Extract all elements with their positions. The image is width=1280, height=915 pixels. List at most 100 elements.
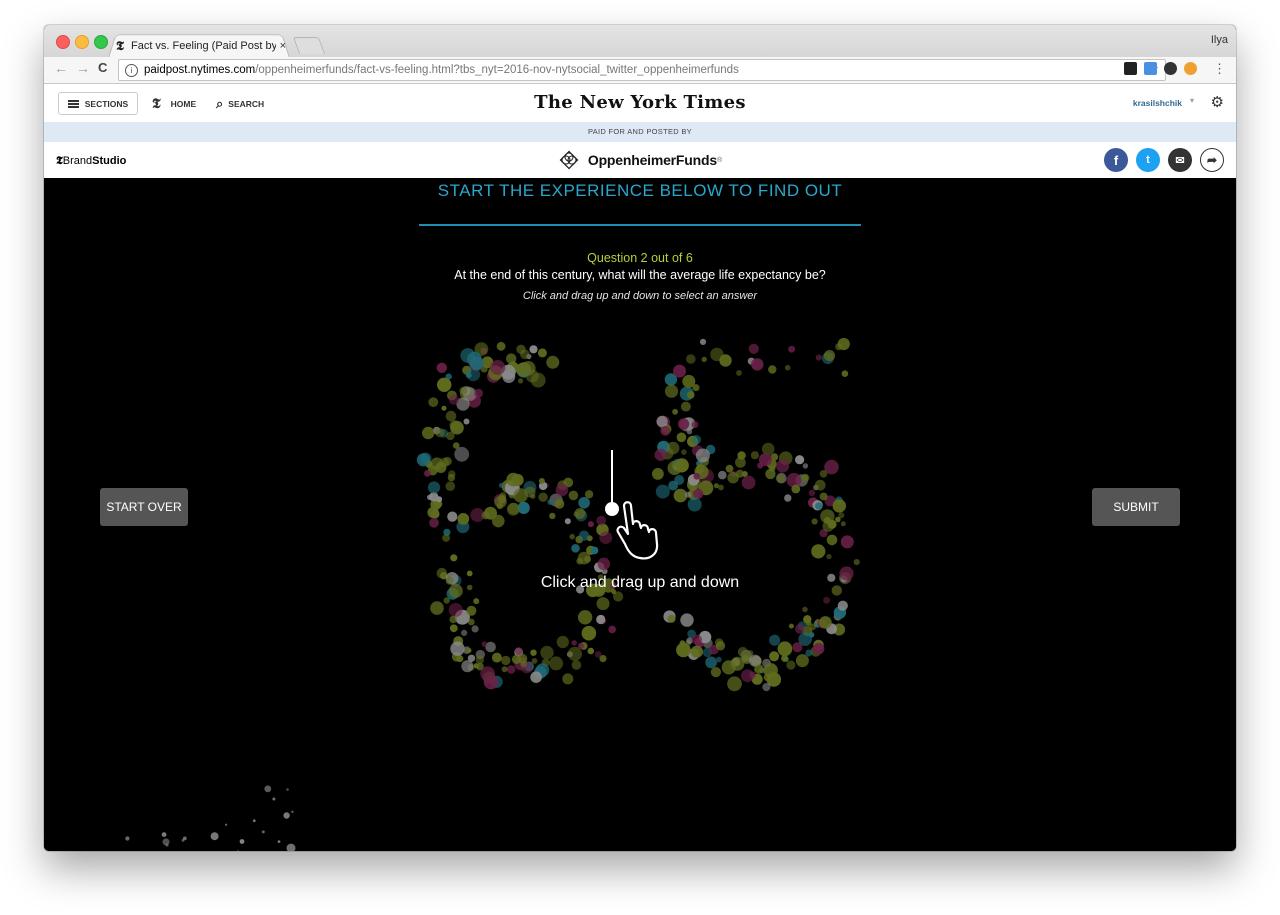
particle-dot — [498, 482, 504, 488]
particle-dot — [801, 473, 810, 483]
browser-menu-icon[interactable]: ⋮ — [1213, 61, 1226, 77]
particle-dot — [811, 518, 818, 525]
particle-dot — [471, 625, 479, 633]
particle-dot — [686, 637, 693, 644]
particle-dot — [654, 448, 667, 461]
particle-dot — [465, 372, 472, 379]
particle-dot — [529, 345, 538, 354]
particle-dot — [291, 810, 294, 813]
drag-instruction: Click and drag up and down — [540, 574, 740, 591]
particle-dot — [802, 606, 808, 613]
particle-dot — [826, 553, 832, 560]
particle-dot — [461, 629, 468, 636]
particle-dot — [450, 554, 458, 562]
particle-dot — [272, 797, 276, 801]
particle-dot — [571, 544, 580, 553]
new-tab-button[interactable] — [292, 37, 326, 54]
particle-dot — [578, 530, 590, 541]
particle-dot — [483, 675, 499, 690]
particle-dot — [463, 418, 470, 425]
particle-dot — [719, 354, 732, 367]
particle-dot — [681, 449, 687, 455]
maximize-window-button[interactable] — [94, 35, 108, 49]
particle-dot — [568, 490, 579, 501]
chevron-down-icon[interactable]: ▾ — [1190, 96, 1194, 105]
particle-dot — [448, 603, 463, 617]
particle-dot — [439, 457, 450, 468]
particle-dot — [283, 812, 290, 819]
particle-dot — [668, 480, 678, 491]
nyt-logo[interactable]: The New York Times — [44, 92, 1236, 113]
particle-dot — [466, 647, 472, 654]
submit-button[interactable]: SUBMIT — [1092, 488, 1180, 526]
particle-dot — [735, 469, 745, 478]
back-arrow-icon[interactable]: ← — [54, 60, 68, 76]
close-window-button[interactable] — [56, 35, 70, 49]
particle-dot — [427, 506, 439, 519]
particle-dot — [456, 655, 464, 663]
start-over-button[interactable]: START OVER — [100, 488, 188, 526]
address-bar[interactable]: i paidpost.nytimes.com/oppenheimerfunds/… — [118, 59, 1166, 81]
particle-dot — [776, 474, 785, 483]
twitter-share-icon[interactable]: t — [1136, 148, 1160, 172]
browser-profile-name[interactable]: Ilya — [1211, 34, 1228, 46]
particle-dot — [454, 446, 470, 462]
particle-dot — [788, 623, 794, 629]
particle-dot — [501, 666, 508, 673]
particle-dot — [673, 364, 686, 378]
particle-dot — [461, 660, 474, 673]
particle-dot — [788, 345, 796, 353]
particle-dot — [441, 405, 447, 411]
particle-dot — [667, 614, 676, 623]
particle-dot — [449, 624, 458, 633]
particle-dot — [853, 559, 860, 566]
particle-dot — [584, 490, 594, 499]
extension-chrome-icon[interactable] — [1164, 62, 1177, 75]
particle-dot — [442, 534, 450, 542]
particle-dot — [596, 597, 610, 611]
particle-dot — [576, 557, 584, 565]
extension-translate-icon[interactable] — [1144, 62, 1157, 75]
tab-title: Fact vs. Feeling (Paid Post by — [130, 40, 276, 52]
reload-icon[interactable]: C — [98, 60, 107, 75]
forward-arrow-icon[interactable]: → — [76, 60, 90, 76]
info-icon[interactable]: i — [125, 63, 138, 77]
particle-dot — [735, 457, 746, 468]
particle-dot — [686, 354, 696, 364]
particle-dot — [815, 502, 823, 510]
particle-dot — [815, 354, 822, 361]
particle-dot — [449, 420, 460, 431]
particle-dot — [450, 641, 465, 656]
particle-dot — [239, 839, 245, 844]
oppenheimer-logo[interactable]: OppenheimerFunds ® — [44, 149, 1236, 171]
particle-dot — [802, 463, 809, 469]
particle-dot — [795, 654, 809, 668]
particle-dot — [459, 386, 468, 395]
tab-strip: 𝕿 Fact vs. Feeling (Paid Post by × Ilya — [44, 25, 1236, 58]
particle-dot — [691, 421, 699, 429]
particle-dot — [181, 839, 185, 842]
user-account-link[interactable]: krasilshchik — [1133, 98, 1182, 108]
particle-dot — [277, 840, 281, 843]
particle-dot — [762, 683, 771, 692]
particle-dot — [819, 470, 828, 478]
particle-dot — [725, 464, 734, 473]
particle-dot — [162, 838, 170, 846]
gear-icon[interactable]: ⚙ — [1211, 93, 1224, 111]
minimize-window-button[interactable] — [75, 35, 89, 49]
particle-dot — [549, 656, 564, 671]
particle-dot — [823, 596, 831, 604]
particle-dot — [446, 431, 455, 441]
facebook-share-icon[interactable]: f — [1104, 148, 1128, 172]
extension-evernote-icon[interactable] — [1124, 62, 1137, 75]
email-share-icon[interactable]: ✉ — [1168, 148, 1192, 172]
particle-dot — [660, 425, 671, 436]
particle-dot — [511, 654, 522, 664]
registered-mark: ® — [716, 156, 723, 164]
more-share-icon[interactable]: ➦ — [1200, 148, 1224, 172]
particle-dot — [554, 499, 565, 509]
extension-avatar-icon[interactable] — [1184, 62, 1197, 75]
tab-close-icon[interactable]: × — [280, 40, 286, 52]
active-tab-content[interactable]: 𝕿 Fact vs. Feeling (Paid Post by × — [116, 37, 286, 55]
drag-indicator-line — [611, 450, 613, 508]
